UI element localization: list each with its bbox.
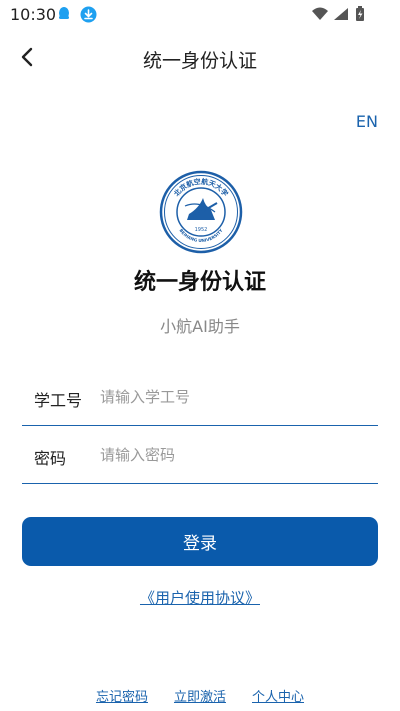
password-label: 密码 (34, 449, 67, 468)
password-field: 密码 (22, 427, 378, 484)
status-time: 10:30 (10, 5, 57, 24)
bottom-links: 忘记密码 立即激活 个人中心 (0, 686, 400, 705)
user-agreement-link[interactable]: 《用户使用协议》 (0, 587, 400, 608)
status-system-icons (312, 6, 372, 22)
qq-notification-icon (56, 6, 72, 22)
app-subtitle: 小航AI助手 (160, 317, 240, 336)
auth-title: 统一身份认证 (133, 270, 266, 295)
university-seal-logo: 北京航空航天大学 BEIHANG UNIVERSITY 1952 (159, 170, 243, 254)
status-bar: 10:30 (0, 0, 400, 28)
login-button[interactable]: 登录 (22, 517, 378, 566)
forgot-password-link[interactable]: 忘记密码 (96, 686, 148, 705)
activate-account-link[interactable]: 立即激活 (174, 686, 226, 705)
student-id-input[interactable] (100, 383, 360, 411)
student-id-label: 学工号 (34, 391, 83, 410)
battery-icon (356, 6, 364, 21)
wifi-icon (312, 7, 328, 20)
download-icon (80, 6, 97, 23)
personal-center-link[interactable]: 个人中心 (252, 686, 304, 705)
student-id-field: 学工号 (22, 369, 378, 426)
page-title: 统一身份认证 (142, 50, 257, 72)
seal-year: 1952 (195, 227, 208, 233)
password-input[interactable] (100, 441, 360, 469)
language-switch[interactable]: EN (356, 112, 378, 131)
app-bar: 统一身份认证 (0, 34, 400, 82)
signal-icon (334, 8, 348, 20)
